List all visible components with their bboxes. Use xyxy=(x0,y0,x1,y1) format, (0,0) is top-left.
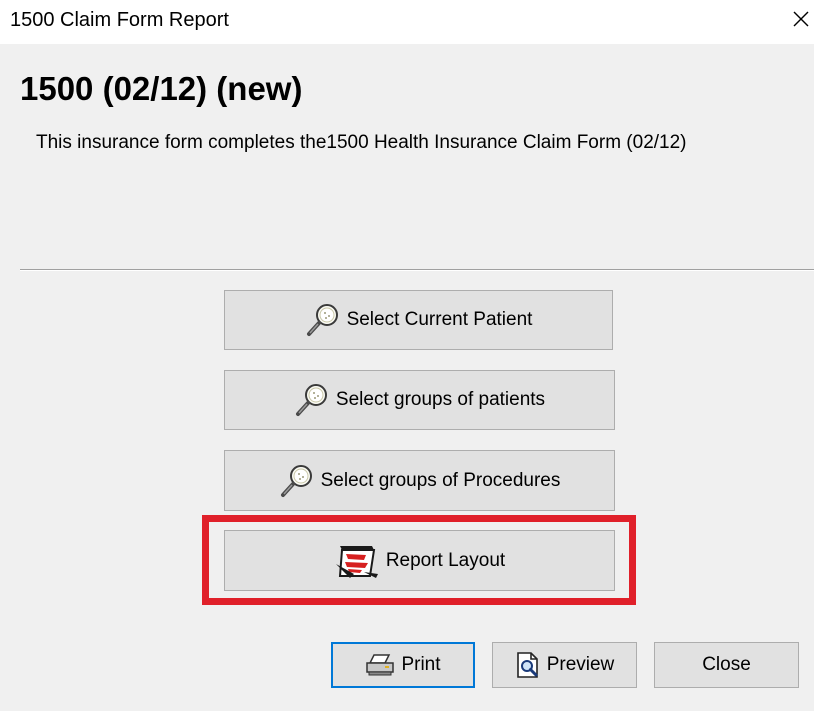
select-current-patient-button[interactable]: Select Current Patient xyxy=(224,290,613,350)
close-icon[interactable] xyxy=(790,8,812,30)
magnifier-icon xyxy=(305,302,341,338)
report-layout-label: Report Layout xyxy=(385,549,506,571)
window-title: 1500 Claim Form Report xyxy=(10,9,229,31)
dialog-body: 1500 (02/12) (new) This insurance form c… xyxy=(0,44,814,711)
close-label: Close xyxy=(702,654,751,675)
select-current-patient-label: Select Current Patient xyxy=(346,309,533,330)
select-groups-of-patients-button[interactable]: Select groups of patients xyxy=(224,370,615,430)
print-label: Print xyxy=(401,654,441,675)
divider xyxy=(20,269,814,271)
form-description: This insurance form completes the1500 He… xyxy=(36,132,687,153)
preview-icon xyxy=(515,651,541,679)
printer-icon xyxy=(365,653,395,677)
magnifier-icon xyxy=(279,463,315,499)
form-title: 1500 (02/12) (new) xyxy=(20,70,303,107)
title-bar: 1500 Claim Form Report xyxy=(0,0,814,44)
preview-label: Preview xyxy=(546,654,615,675)
select-groups-of-patients-label: Select groups of patients xyxy=(335,389,546,410)
close-button[interactable]: Close xyxy=(654,642,799,688)
print-button[interactable]: Print xyxy=(331,642,475,688)
preview-button[interactable]: Preview xyxy=(492,642,637,688)
select-groups-of-procedures-button[interactable]: Select groups of Procedures xyxy=(224,450,615,511)
report-layout-button[interactable]: Report Layout xyxy=(224,530,615,591)
magnifier-icon xyxy=(294,382,330,418)
select-groups-of-procedures-label: Select groups of Procedures xyxy=(320,469,561,491)
report-layout-icon xyxy=(334,542,380,580)
